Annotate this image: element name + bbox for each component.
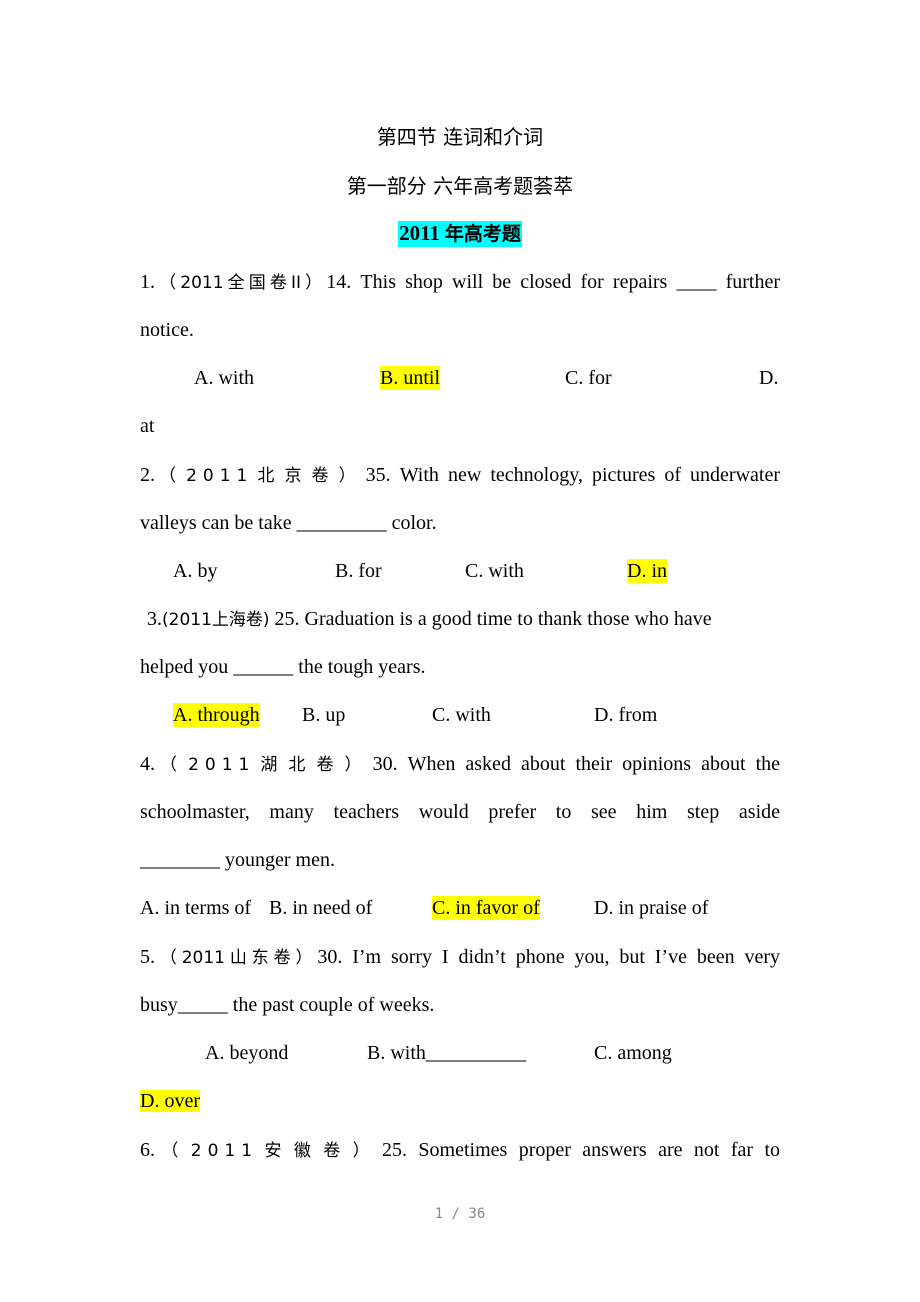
page-indicator: 1 / 36 <box>434 1206 486 1222</box>
question-6-stem: 25. Sometimes proper answers are not far… <box>382 1139 780 1161</box>
question-6-source: （2011安徽卷） <box>155 1141 383 1161</box>
question-5-option-d-wrap: D. over <box>140 1089 780 1113</box>
part-title: 第一部分 六年高考题荟萃 <box>346 174 574 198</box>
question-5-option-a: A. beyond <box>205 1042 289 1064</box>
question-2-stem: 35. With new technology, pictures of und… <box>365 464 781 486</box>
question-3-option-c: C. with <box>432 704 491 726</box>
question-4-line2: schoolmaster, many teachers would prefer… <box>140 801 780 823</box>
question-3-option-b: B. up <box>302 704 346 726</box>
question-1-option-d-wrap: at <box>140 415 155 437</box>
question-3-source: (2011上海卷) <box>162 610 270 630</box>
question-1-line1: 1.（2011全国卷II）14. This shop will be close… <box>140 270 780 295</box>
question-5-index: 5. <box>140 946 155 968</box>
question-4-line1: 4.（2011湖北卷）30. When asked about their op… <box>140 752 780 777</box>
question-1-option-c: C. for <box>565 367 612 389</box>
question-5-source: （2011山东卷） <box>155 948 318 968</box>
question-5-line2: busy_____ the past couple of weeks. <box>140 994 435 1016</box>
question-2-option-c: C. with <box>465 560 524 582</box>
year-heading-highlight: 2011 年高考题 <box>398 221 522 247</box>
year-heading-text: 年高考题 <box>444 223 521 245</box>
question-2-option-b: B. for <box>335 560 382 582</box>
question-6-line1: 6.（2011安徽卷）25. Sometimes proper answers … <box>140 1138 780 1163</box>
question-2-line1: 2.（2011北京卷）35. With new technology, pict… <box>140 463 780 488</box>
document-page: 第四节 连词和介词 第一部分 六年高考题荟萃 2011 年高考题 1.（2011… <box>0 0 920 1302</box>
question-4-index: 4. <box>140 753 155 775</box>
question-4-option-d: D. in praise of <box>594 897 709 919</box>
question-4-line3: ________ younger men. <box>140 849 335 871</box>
question-3-stem: 25. Graduation is a good time to thank t… <box>274 608 712 630</box>
question-2-option-d-answer: D. in <box>627 559 667 583</box>
question-5-stem: 30. I’m sorry I didn’t phone you, but I’… <box>317 946 780 968</box>
question-4-source: （2011湖北卷） <box>155 755 373 775</box>
question-3-index: 3. <box>147 608 162 630</box>
question-2-option-a: A. by <box>173 560 218 582</box>
question-3-line2: helped you ______ the tough years. <box>140 656 426 678</box>
question-4-option-b: B. in need of <box>269 897 373 919</box>
question-4-option-c-answer: C. in favor of <box>432 896 540 920</box>
question-4-stem: 30. When asked about their opinions abou… <box>372 753 780 775</box>
question-1-option-a: A. with <box>194 367 254 389</box>
question-2-line2: valleys can be take _________ color. <box>140 512 437 534</box>
question-1-index: 1. <box>140 271 155 293</box>
question-5-option-b: B. with__________ <box>367 1042 526 1064</box>
year-heading-number: 2011 <box>399 221 440 245</box>
question-3-line1: 3.(2011上海卷) 25. Graduation is a good tim… <box>147 607 780 632</box>
question-1-option-d: D. <box>759 367 779 389</box>
question-1-line2: notice. <box>140 319 194 341</box>
question-1-source: （2011全国卷II） <box>155 273 327 293</box>
question-2-index: 2. <box>140 464 155 486</box>
question-3-option-d: D. from <box>594 704 658 726</box>
question-5-line1: 5.（2011山东卷）30. I’m sorry I didn’t phone … <box>140 945 780 970</box>
section-title: 第四节 连词和介词 <box>376 125 544 149</box>
question-5-option-d-answer: D. over <box>140 1090 200 1112</box>
year-heading: 2011 年高考题 <box>0 221 920 247</box>
question-5-option-c: C. among <box>594 1042 672 1064</box>
question-1-stem: 14. This shop will be closed for repairs… <box>326 271 780 293</box>
question-2-source: （2011北京卷） <box>155 466 366 486</box>
question-4-option-a: A. in terms of <box>140 897 252 919</box>
question-3-option-a-answer: A. through <box>173 703 260 727</box>
question-1-option-b-answer: B. until <box>380 366 441 390</box>
question-6-index: 6. <box>140 1139 155 1161</box>
